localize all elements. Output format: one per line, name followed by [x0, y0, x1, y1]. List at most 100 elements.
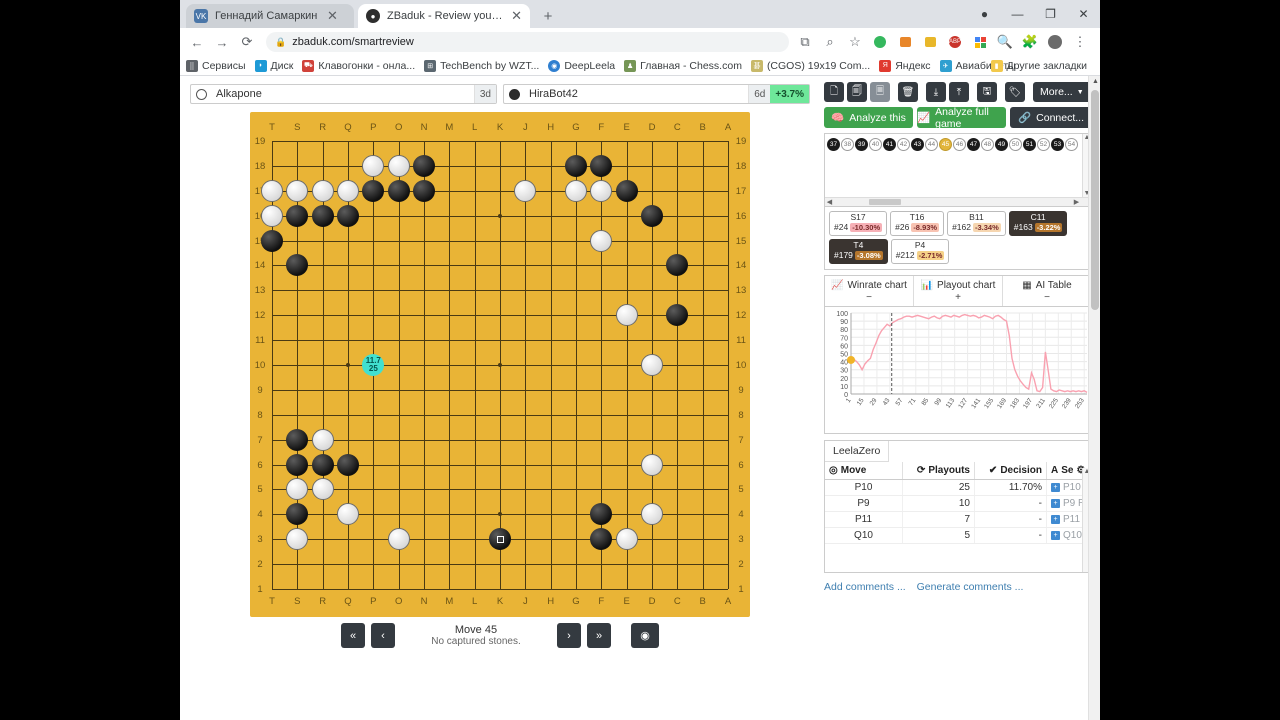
browser-tab-zbaduk[interactable]: ● ZBaduk - Review your Baduk ga ✕ [358, 4, 530, 28]
last-move-button[interactable]: » [587, 623, 611, 648]
first-move-button[interactable]: « [341, 623, 365, 648]
new-tab-button[interactable]: + [538, 7, 558, 27]
collapse-icon[interactable]: − [1003, 292, 1091, 303]
expand-icon[interactable]: + [1051, 515, 1060, 524]
move-node-44[interactable]: 44 [925, 138, 938, 151]
ai-suggestion-marker[interactable]: 11.7 25 [362, 354, 385, 376]
save-button[interactable]: 🖫 [977, 82, 997, 102]
more-menu-button[interactable]: More... ▼ [1033, 82, 1091, 102]
paste-button[interactable]: 🗏 [870, 82, 890, 102]
move-node-53[interactable]: 53 [1051, 138, 1064, 151]
next-move-button[interactable]: › [557, 623, 581, 648]
star-icon[interactable]: ☆ [844, 31, 866, 53]
mistake-badge-T16[interactable]: T16 #26 -8.93% [890, 211, 945, 236]
bookmark-chess[interactable]: ♟ Главная - Chess.com [624, 59, 742, 72]
tag-button[interactable]: 🏷 [1005, 82, 1025, 102]
extensions-icon[interactable]: 🧩 [1019, 31, 1041, 53]
profile-dot-icon[interactable]: ● [968, 0, 1001, 28]
move-node-50[interactable]: 50 [1009, 138, 1022, 151]
scroll-thumb[interactable] [869, 199, 901, 205]
scroll-thumb[interactable] [1091, 90, 1099, 310]
table-row[interactable]: Q10 5- + Q10 ... [825, 528, 1091, 544]
col-playouts[interactable]: ⟳ Playouts [903, 462, 975, 479]
scroll-left-icon[interactable]: ◀ [825, 198, 834, 206]
table-row[interactable]: P910-+P9 R9... [825, 496, 1091, 512]
other-bookmarks[interactable]: ▮ Другие закладки [990, 59, 1087, 72]
close-tab-icon[interactable]: ✕ [511, 9, 522, 22]
move-node-48[interactable]: 48 [981, 138, 994, 151]
move-node-46[interactable]: 46 [953, 138, 966, 151]
go-board[interactable]: T T S S R R Q Q P P O O N N M M L L K K J J H H G G F F E E D D C C B B A A 19… [250, 112, 750, 617]
forward-icon[interactable]: → [211, 31, 233, 53]
search-ext-icon[interactable]: 🔍 [994, 31, 1016, 53]
move-node-47[interactable]: 47 [967, 138, 980, 151]
add-comments-link[interactable]: Add comments ... [824, 581, 906, 593]
move-node-54[interactable]: 54 [1065, 138, 1078, 151]
expand-icon[interactable]: + [1051, 531, 1060, 540]
move-node-38[interactable]: 38 [841, 138, 854, 151]
download-button[interactable]: ⤓ [926, 82, 946, 102]
move-tree-list[interactable]: 37 38 39 40 41 42 43 44 45 46 47 48 49 50 51 52 53 54 ▲ ▼… [824, 133, 1092, 207]
tab-ai-table[interactable]: ▦ AI Table − [1003, 276, 1091, 306]
browser-tab-vk[interactable]: VK Геннадий Самаркин ✕ [186, 4, 354, 28]
table-row[interactable]: P117-+P11 N... [825, 512, 1091, 528]
page-vscrollbar[interactable]: ▲ ▼ [1088, 76, 1100, 720]
translate-icon[interactable] [919, 31, 941, 53]
move-list-hscrollbar[interactable]: ◀ ▶ [825, 197, 1091, 206]
move-node-49[interactable]: 49 [995, 138, 1008, 151]
move-node-41[interactable]: 41 [883, 138, 896, 151]
tab-winrate-chart[interactable]: 📈 Winrate chart − [825, 276, 914, 306]
cast-icon[interactable]: ⧉ [794, 31, 816, 53]
eye-toggle-button[interactable]: ◉ [631, 623, 659, 648]
reload-icon[interactable]: ⟳ [236, 31, 258, 53]
winrate-chart[interactable]: 0 10 20 30 40 50 60 70 80 90 100 1 15 29 43 57 71 85 99 113… [824, 307, 1092, 434]
mistake-badge-P4[interactable]: P4 #212 -2.71% [890, 239, 950, 264]
bookmark-yandex[interactable]: Я Яндекс [879, 59, 931, 72]
bookmark-disk[interactable]: ◗ Диск [254, 59, 293, 72]
move-node-40[interactable]: 40 [869, 138, 882, 151]
expand-icon[interactable]: + [1051, 483, 1060, 492]
move-node-37[interactable]: 37 [827, 138, 840, 151]
table-row[interactable]: P102511.70%+P10 R... [825, 480, 1091, 496]
mistake-badge-B11[interactable]: B11 #162 -3.34% [947, 211, 1006, 236]
white-player-name[interactable]: Alkapone [211, 85, 474, 103]
mistake-badge-T4[interactable]: T4 #179 -3.08% [829, 239, 888, 264]
apps-icon[interactable] [969, 31, 991, 53]
close-tab-icon[interactable]: ✕ [325, 9, 339, 22]
close-window-button[interactable]: ✕ [1067, 0, 1100, 28]
analyze-this-button[interactable]: 🧠 Analyze this [824, 107, 914, 128]
new-file-button[interactable]: 🗋 [824, 82, 844, 102]
col-decision[interactable]: ✔ Decision [975, 462, 1047, 479]
move-node-52[interactable]: 52 [1037, 138, 1050, 151]
avatar-icon[interactable] [1044, 31, 1066, 53]
bookmark-cgos[interactable]: 碁 (CGOS) 19x19 Com... [750, 59, 870, 72]
move-node-row[interactable]: 37 38 39 40 41 42 43 44 45 46 47 48 49 50 51 52 53 54 [825, 134, 1091, 155]
black-player-name[interactable]: HiraBot42 [524, 85, 749, 103]
collapse-icon[interactable]: − [825, 292, 913, 303]
mistake-badge-C11[interactable]: C11 #163 -3.22% [1008, 211, 1068, 236]
move-node-45[interactable]: 45 [939, 138, 952, 151]
address-bar[interactable]: 🔒 zbaduk.com/smartreview [266, 32, 789, 52]
move-node-51[interactable]: 51 [1023, 138, 1036, 151]
col-move[interactable]: ◎ Move [825, 462, 903, 479]
kaspersky-icon[interactable] [869, 31, 891, 53]
prev-move-button[interactable]: ‹ [371, 623, 395, 648]
upload-button[interactable]: ⤒ [949, 82, 969, 102]
move-node-43[interactable]: 43 [911, 138, 924, 151]
minimize-button[interactable]: — [1001, 0, 1034, 28]
zoom-icon[interactable]: ⌕ [819, 31, 841, 53]
scroll-right-icon[interactable]: ▶ [1072, 198, 1081, 206]
back-icon[interactable]: ← [186, 31, 208, 53]
analyze-full-game-button[interactable]: 📈 Analyze full game [917, 106, 1007, 130]
briefcase-icon[interactable] [894, 31, 916, 53]
move-node-39[interactable]: 39 [855, 138, 868, 151]
mistake-badge-S17[interactable]: S17 #24 -10.30% [829, 211, 888, 236]
bookmark-klavogonki[interactable]: ⛟ Клавогонки - онла... [302, 59, 415, 72]
tab-playout-chart[interactable]: 📊 Playout chart + [914, 276, 1003, 306]
goban-grid[interactable]: T T S S R R Q Q P P O O N N M M L L K K J J H H G G F F E E D D C C B B A A 19… [255, 122, 747, 607]
bookmark-deepleela[interactable]: ◉ DeepLeela [548, 59, 615, 72]
abp-icon[interactable]: ABP [944, 31, 966, 53]
move-node-42[interactable]: 42 [897, 138, 910, 151]
bookmark-techbench[interactable]: ⊞ TechBench by WZT... [424, 59, 539, 72]
menu-icon[interactable]: ⋮ [1069, 31, 1091, 53]
